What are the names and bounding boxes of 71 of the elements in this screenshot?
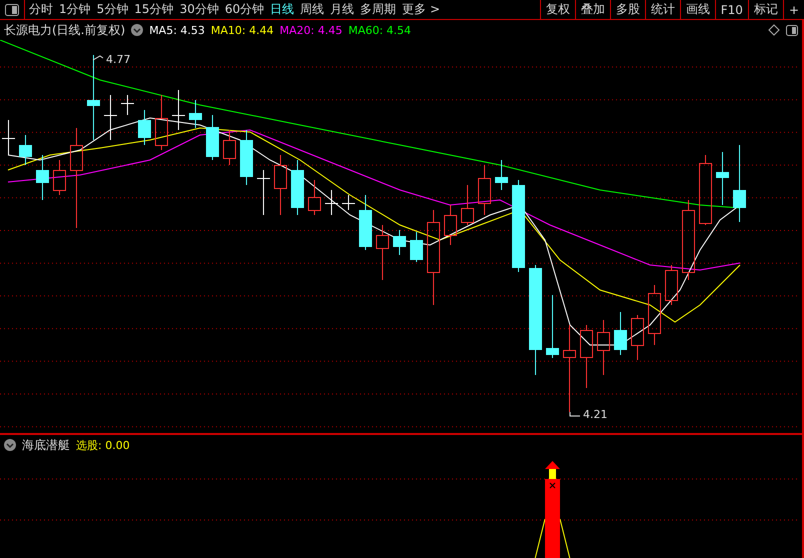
candlestick: [665, 264, 678, 306]
period-tab[interactable]: 周线: [300, 1, 324, 18]
period-tab[interactable]: 1分钟: [59, 1, 91, 18]
candlestick: [614, 312, 627, 356]
candlestick: [36, 154, 49, 200]
high-price-label: 4.77: [106, 53, 130, 66]
period-tab[interactable]: 日线: [270, 1, 294, 18]
candlestick: [342, 194, 356, 210]
period-tab[interactable]: 月线: [330, 1, 354, 18]
toolbar-button[interactable]: +: [782, 0, 804, 19]
leader-line: [570, 412, 580, 416]
toolbar-button[interactable]: 统计: [644, 0, 680, 19]
candlestick: [444, 204, 457, 246]
period-tab[interactable]: 5分钟: [96, 1, 128, 18]
panel-toggle-icon[interactable]: [5, 4, 19, 16]
candlestick: [223, 130, 236, 166]
stock-title: 长源电力(日线.前复权): [4, 22, 126, 38]
candlestick: [410, 232, 423, 262]
candlestick: [580, 324, 593, 388]
leader-line: [92, 55, 104, 60]
candlestick: [155, 94, 168, 150]
toolbar-button[interactable]: 复权: [540, 0, 575, 19]
candlestick: [256, 170, 270, 216]
low-price-label: 4.21: [583, 408, 608, 421]
panel-toggle-icon[interactable]: [786, 24, 798, 36]
candlestick: [206, 114, 219, 160]
candlestick: [104, 94, 118, 140]
chevron-down-icon[interactable]: [131, 24, 144, 36]
candlestick: [631, 314, 644, 360]
period-tab[interactable]: 30分钟: [180, 1, 219, 18]
candlestick: [359, 194, 372, 250]
candlestick: [324, 190, 338, 216]
moving-average-value: MA60: 4.54: [348, 24, 412, 36]
toolbar-button[interactable]: F10: [714, 0, 748, 19]
more-menu[interactable]: 更多 >: [402, 1, 440, 18]
candlestick: [376, 224, 389, 280]
candlestick: [393, 230, 406, 256]
moving-average-value: MA20: 4.45: [280, 24, 342, 36]
moving-average-value: MA5: 4.53: [149, 24, 205, 36]
candlestick: [478, 164, 491, 216]
candlestick: [172, 90, 186, 130]
candlestick: [2, 120, 16, 156]
indicator-reading: 选股: 0.00: [76, 438, 130, 452]
candlestick: [19, 134, 32, 166]
candlestick: [291, 160, 304, 216]
toolbar-button[interactable]: 叠加: [574, 0, 610, 19]
chevron-down-icon[interactable]: [4, 439, 16, 451]
candlestick: [138, 110, 151, 146]
period-tab[interactable]: 分时: [29, 1, 53, 18]
candlestick: [274, 154, 287, 216]
candlestick: [189, 100, 202, 128]
candlestick: [699, 154, 712, 226]
candlestick: [716, 152, 729, 206]
diamond-icon[interactable]: [768, 24, 780, 36]
candlestick: [120, 94, 134, 116]
toolbar-button[interactable]: 多股: [610, 0, 645, 19]
period-tab[interactable]: 60分钟: [224, 1, 264, 18]
candlestick: [495, 160, 508, 190]
toolbar-button[interactable]: 标记: [748, 0, 783, 19]
candlestick: [546, 294, 559, 358]
candlestick: [597, 320, 610, 376]
period-tab[interactable]: 15分钟: [134, 1, 174, 18]
moving-average-value: MA10: 4.44: [210, 24, 274, 36]
toolbar-button[interactable]: 画线: [680, 0, 715, 19]
candlestick: [648, 284, 661, 346]
candlestick: [461, 184, 474, 226]
candlestick: [240, 130, 253, 186]
candlestick: [308, 180, 321, 216]
period-tab[interactable]: 多周期: [360, 1, 396, 18]
indicator-name: 海底潜艇: [22, 436, 70, 454]
candlestick: [53, 160, 66, 196]
